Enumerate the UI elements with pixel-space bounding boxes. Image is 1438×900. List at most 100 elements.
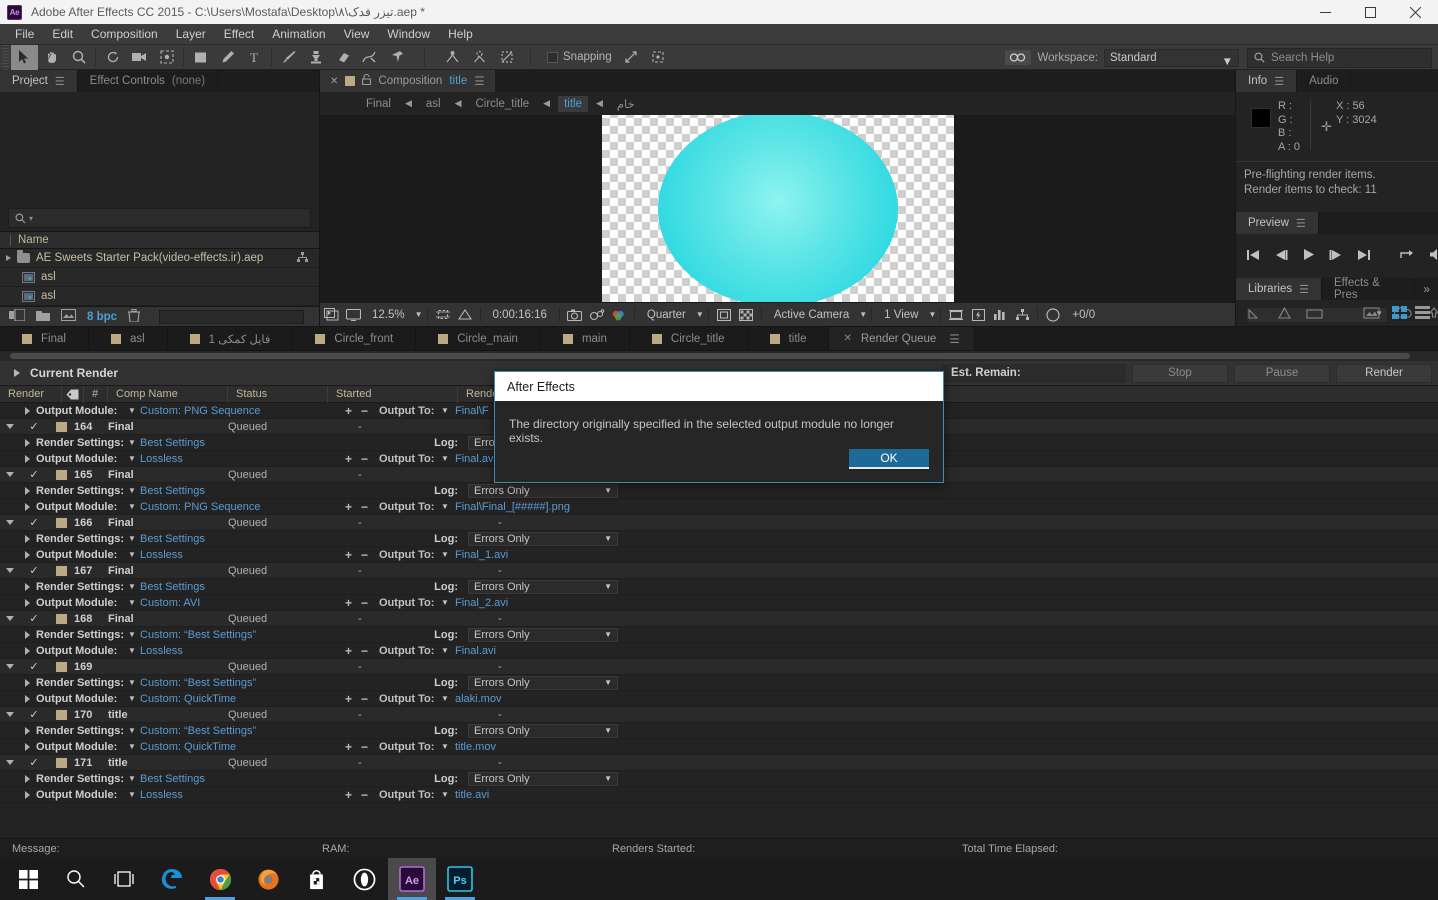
tab-file-komaki-1[interactable]: فایل کمکی 1 (168, 327, 294, 350)
panel-overflow-icon[interactable]: » (1415, 278, 1438, 300)
output-module-value[interactable]: Lossless (140, 789, 345, 801)
region-of-interest-icon[interactable] (432, 303, 454, 327)
output-module-value[interactable]: Custom: AVI (140, 597, 345, 609)
fast-previews-icon[interactable] (967, 303, 989, 327)
snap-arrow-icon[interactable] (618, 45, 645, 70)
render-checkbox[interactable]: ✓ (20, 612, 48, 625)
add-output-module-icon[interactable]: + (345, 740, 361, 754)
chevron-down-icon[interactable]: ▼ (128, 678, 140, 687)
resolution-value[interactable]: Quarter (639, 309, 694, 321)
composition-viewer[interactable] (320, 115, 1235, 302)
close-icon[interactable]: ✕ (330, 76, 338, 87)
render-queue-comp-row[interactable]: ✓ 171 title Queued - - (0, 755, 1438, 771)
output-module-value[interactable]: Custom: PNG Sequence (140, 405, 345, 417)
output-module-value[interactable]: Lossless (140, 549, 345, 561)
workspace-dropdown[interactable]: Standard ▼ (1104, 48, 1239, 68)
menu-effect[interactable]: Effect (215, 25, 263, 43)
timeline-graph-icon[interactable] (989, 303, 1011, 327)
remove-output-module-icon[interactable]: − (361, 644, 379, 658)
menu-composition[interactable]: Composition (82, 25, 167, 43)
zoom-tool-icon[interactable] (65, 45, 92, 70)
breadcrumb-item-title[interactable]: title (558, 95, 588, 112)
view-layout-value[interactable]: 1 View (876, 309, 926, 321)
mute-audio-icon[interactable] (1429, 248, 1438, 264)
image-placeholder-icon[interactable] (1363, 306, 1380, 322)
rect-shape-icon[interactable] (1306, 307, 1323, 322)
render-settings-value[interactable]: Best Settings (140, 581, 420, 593)
previous-frame-icon[interactable] (1274, 249, 1288, 264)
collapse-triangle-icon[interactable] (0, 472, 20, 477)
chevron-down-icon[interactable]: ▼ (128, 598, 140, 607)
render-settings-value[interactable]: Best Settings (140, 533, 420, 545)
maximize-icon[interactable] (1348, 0, 1393, 24)
breadcrumb-item-final[interactable]: Final (360, 96, 397, 112)
chevron-down-icon[interactable]: ▼ (128, 534, 140, 543)
pan-behind-tool-icon[interactable] (153, 45, 180, 70)
expand-triangle-icon[interactable] (0, 582, 36, 591)
render-settings-row[interactable]: Render Settings: ▼ Best Settings Log: Errors… (0, 531, 1438, 547)
chevron-down-icon[interactable]: ▼ (441, 550, 455, 559)
delete-icon[interactable] (128, 308, 141, 325)
chevron-down-icon[interactable]: ▼ (128, 630, 140, 639)
firefox-icon[interactable] (244, 858, 292, 900)
render-settings-row[interactable]: Render Settings: ▼ Custom: “Best Settings”… (0, 723, 1438, 739)
exposure-icon[interactable] (1042, 303, 1064, 327)
tab-info[interactable]: Info ☰ (1236, 70, 1298, 92)
log-dropdown[interactable]: Errors Only▼ (468, 627, 618, 642)
tab-final[interactable]: Final (0, 327, 89, 350)
collapse-triangle-icon[interactable] (0, 664, 20, 669)
breadcrumb-item-asl[interactable]: asl (420, 96, 447, 112)
tab-circle-main[interactable]: Circle_main (416, 327, 541, 350)
render-checkbox[interactable]: ✓ (20, 660, 48, 673)
remove-output-module-icon[interactable]: − (361, 596, 379, 610)
camera-tool-icon[interactable] (126, 45, 153, 70)
add-output-module-icon[interactable]: + (345, 500, 361, 514)
chevron-down-icon[interactable]: ▼ (441, 598, 455, 607)
render-settings-row[interactable]: Render Settings: ▼ Custom: “Best Settings”… (0, 675, 1438, 691)
render-settings-row[interactable]: Render Settings: ▼ Best Settings Log: Errors… (0, 483, 1438, 499)
expand-triangle-icon[interactable] (0, 726, 36, 735)
output-module-value[interactable]: Custom: QuickTime (140, 741, 345, 753)
render-queue-comp-row[interactable]: ✓ 169 Queued - - (0, 659, 1438, 675)
render-checkbox[interactable]: ✓ (20, 468, 48, 481)
search-help-input[interactable]: Search Help (1247, 47, 1432, 68)
camera-view-value[interactable]: Active Camera (766, 309, 857, 321)
snapping-toggle[interactable]: Snapping (547, 51, 612, 63)
chevron-down-icon[interactable]: ▼ (441, 502, 455, 511)
render-checkbox[interactable]: ✓ (20, 420, 48, 433)
comp-flowchart-icon[interactable] (1011, 303, 1033, 327)
puppet-starch-icon[interactable] (466, 45, 493, 70)
output-module-row[interactable]: Output Module: ▼ Custom: QuickTime + − Output… (0, 691, 1438, 707)
render-queue-comp-row[interactable]: ✓ 166 Final Queued - - (0, 515, 1438, 531)
toggle-transparency-icon[interactable] (735, 303, 757, 327)
collapse-triangle-icon[interactable] (0, 712, 20, 717)
render-settings-value[interactable]: Custom: “Best Settings” (140, 677, 420, 689)
start-icon[interactable] (4, 858, 52, 900)
close-icon[interactable]: ✕ (843, 333, 851, 344)
tab-project[interactable]: Project ☰ (0, 70, 78, 92)
first-frame-icon[interactable] (1246, 249, 1260, 264)
output-module-row[interactable]: Output Module: ▼ Custom: PNG Sequence + − Out… (0, 499, 1438, 515)
output-to-value[interactable]: Final.avi (455, 645, 496, 657)
add-output-module-icon[interactable]: + (345, 788, 361, 802)
panel-menu-icon[interactable]: ☰ (474, 74, 484, 88)
main-viewer-icon[interactable] (342, 303, 364, 327)
expand-triangle-icon[interactable] (0, 774, 36, 783)
render-settings-value[interactable]: Custom: “Best Settings” (140, 629, 420, 641)
output-to-value[interactable]: Final\Final_[#####].png (455, 501, 570, 513)
render-settings-row[interactable]: Render Settings: ▼ Custom: “Best Settings”… (0, 627, 1438, 643)
list-item[interactable]: asl (0, 268, 319, 287)
remove-output-module-icon[interactable]: − (361, 548, 379, 562)
expand-triangle-icon[interactable] (6, 255, 11, 261)
tab-asl[interactable]: asl (89, 327, 168, 350)
last-frame-icon[interactable] (1357, 249, 1371, 264)
tab-preview[interactable]: Preview ☰ (1236, 212, 1319, 234)
always-preview-icon[interactable] (320, 303, 342, 327)
expand-triangle-icon[interactable] (0, 502, 36, 511)
menu-help[interactable]: Help (439, 25, 482, 43)
output-module-row[interactable]: Output Module: ▼ Lossless + − Output To: ▼ Fina… (0, 643, 1438, 659)
remove-output-module-icon[interactable]: − (361, 500, 379, 514)
zoom-level-value[interactable]: 12.5% (364, 309, 413, 321)
log-dropdown[interactable]: Errors Only▼ (468, 483, 618, 498)
menu-window[interactable]: Window (378, 25, 439, 43)
